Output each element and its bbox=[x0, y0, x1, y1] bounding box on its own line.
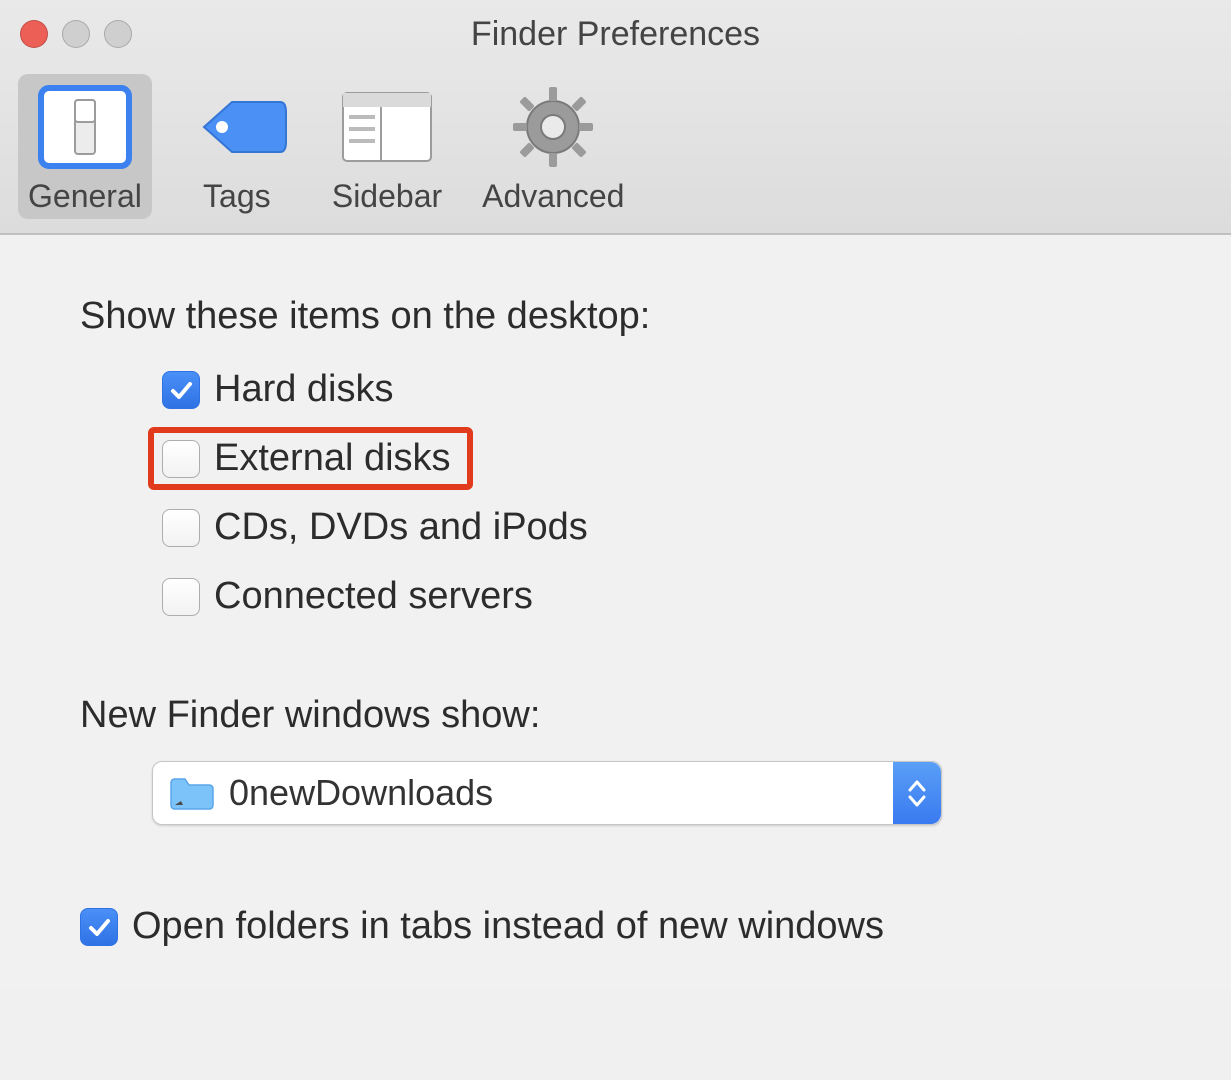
tab-sidebar[interactable]: Sidebar bbox=[322, 74, 452, 219]
dropdown-value: 0newDownloads bbox=[229, 772, 493, 814]
desktop-items-heading: Show these items on the desktop: bbox=[80, 295, 1151, 338]
checkbox-box bbox=[80, 908, 118, 946]
chevron-up-down-icon bbox=[893, 762, 941, 824]
tab-tags[interactable]: Tags bbox=[172, 74, 302, 219]
checkbox-hard-disks[interactable]: Hard disks bbox=[152, 362, 1151, 417]
checkbox-box bbox=[162, 371, 200, 409]
checkbox-label: Connected servers bbox=[214, 575, 533, 618]
switch-icon bbox=[30, 82, 140, 172]
checkbox-box bbox=[162, 440, 200, 478]
sidebar-icon bbox=[332, 82, 442, 172]
tab-label: Sidebar bbox=[332, 178, 442, 215]
prefs-window: Finder Preferences General Tags bbox=[0, 0, 1231, 235]
checkbox-cds-dvds-ipods[interactable]: CDs, DVDs and iPods bbox=[152, 500, 1151, 555]
titlebar: Finder Preferences bbox=[0, 0, 1231, 68]
close-window-button[interactable] bbox=[20, 20, 48, 48]
checkbox-label: Open folders in tabs instead of new wind… bbox=[132, 905, 884, 948]
folder-icon bbox=[169, 775, 215, 811]
zoom-window-button[interactable] bbox=[104, 20, 132, 48]
checkbox-label: Hard disks bbox=[214, 368, 394, 411]
checkbox-connected-servers[interactable]: Connected servers bbox=[152, 569, 1151, 624]
prefs-toolbar: General Tags S bbox=[0, 68, 1231, 234]
tab-advanced[interactable]: Advanced bbox=[472, 74, 634, 219]
tag-icon bbox=[182, 82, 292, 172]
checkbox-box bbox=[162, 578, 200, 616]
tab-label: General bbox=[28, 178, 142, 215]
tab-label: Advanced bbox=[482, 178, 624, 215]
traffic-lights bbox=[20, 20, 132, 48]
new-finder-windows-heading: New Finder windows show: bbox=[80, 694, 1151, 737]
gear-icon bbox=[498, 82, 608, 172]
checkbox-open-folders-in-tabs[interactable]: Open folders in tabs instead of new wind… bbox=[80, 905, 1151, 948]
tab-label: Tags bbox=[203, 178, 271, 215]
checkbox-label: External disks bbox=[214, 437, 451, 480]
tab-general[interactable]: General bbox=[18, 74, 152, 219]
new-finder-windows-dropdown[interactable]: 0newDownloads bbox=[152, 761, 942, 825]
checkbox-external-disks[interactable]: External disks bbox=[152, 431, 469, 486]
checkbox-label: CDs, DVDs and iPods bbox=[214, 506, 588, 549]
window-title: Finder Preferences bbox=[0, 15, 1231, 54]
desktop-items-list: Hard disks External disks CDs, DVDs and … bbox=[152, 362, 1151, 624]
prefs-body: Show these items on the desktop: Hard di… bbox=[0, 235, 1231, 988]
minimize-window-button[interactable] bbox=[62, 20, 90, 48]
checkbox-box bbox=[162, 509, 200, 547]
